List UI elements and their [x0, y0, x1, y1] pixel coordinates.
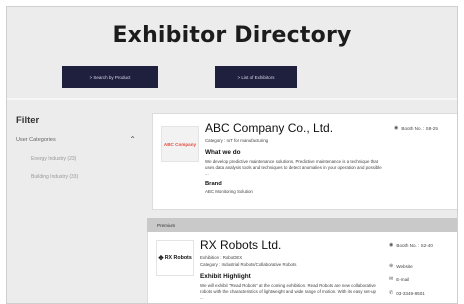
filter-title: Filter: [16, 115, 40, 126]
phone-icon: ✆: [389, 290, 394, 296]
section-title: What we do: [205, 149, 241, 156]
exhibition-text: Exhibition : RoboDEX: [200, 255, 243, 260]
logo-text: RX Robots: [164, 255, 192, 261]
company-logo: ABC Company: [161, 126, 199, 162]
phone-number: 03-3349-8501: [396, 290, 425, 296]
website-label: Website: [396, 263, 413, 269]
category-text: Category : IoT for manufacturing: [205, 138, 269, 143]
brand-value: ABC Monitoring Solution: [205, 189, 253, 194]
logo-text: ABC Company: [163, 141, 197, 147]
booth-info: ◉ Booth No. : S2-40: [389, 242, 433, 248]
company-logo: ✥ RX Robots: [156, 240, 194, 276]
exhibitor-list: ABC Company ABC Company Co., Ltd. Catego…: [147, 113, 457, 303]
description: We develop predictive maintenance soluti…: [205, 159, 382, 176]
nav-buttons: > Search by Product > List of Exhibitors: [7, 66, 457, 96]
email-link[interactable]: ✉ E-mail: [389, 276, 409, 282]
exhibitor-card[interactable]: ABC Company ABC Company Co., Ltd. Catego…: [152, 113, 457, 210]
website-link[interactable]: ⊕ Website: [389, 263, 413, 269]
exhibitor-info: ABC Company Co., Ltd. Category : IoT for…: [205, 121, 385, 194]
company-name[interactable]: RX Robots Ltd.: [200, 238, 380, 252]
booth-number: Booth No. : S8-25: [401, 125, 438, 131]
page-header: Exhibitor Directory: [7, 7, 457, 63]
booth-number: Booth No. : S2-40: [396, 242, 433, 248]
filter-sidebar: Filter User Categories ⌃ Energy Industry…: [7, 115, 145, 180]
category-item-building[interactable]: Building Industry (33): [31, 174, 145, 180]
location-icon: ◉: [389, 242, 394, 248]
divider: [7, 98, 457, 100]
rx-logo-icon: ✥: [158, 255, 164, 262]
page-title: Exhibitor Directory: [112, 22, 352, 48]
chevron-up-icon: ⌃: [129, 135, 136, 144]
company-name[interactable]: ABC Company Co., Ltd.: [205, 121, 385, 135]
exhibitor-card[interactable]: ✥ RX Robots RX Robots Ltd. Exhibition : …: [147, 232, 457, 303]
section-title: Exhibit Highlight: [200, 273, 251, 280]
rx-logo: ✥ RX Robots: [158, 254, 192, 262]
category-filter-toggle[interactable]: User Categories ⌃: [16, 135, 136, 144]
description: We will exhibit "Read Robots" at the com…: [200, 283, 376, 300]
booth-info: ◉ Booth No. : S8-25: [394, 125, 438, 131]
list-of-exhibitors-button[interactable]: > List of Exhibitors: [215, 66, 297, 88]
category-item-energy[interactable]: Energy Industry (23): [31, 156, 145, 162]
phone-info: ✆ 03-3349-8501: [389, 290, 425, 296]
category-text: Category : Industrial Robots/Collaborati…: [200, 262, 297, 267]
location-icon: ◉: [394, 125, 399, 131]
category-heading: User Categories: [16, 136, 56, 143]
page-frame: Exhibitor Directory > Search by Product …: [6, 6, 458, 304]
premium-label: Premium: [147, 218, 457, 232]
email-label: E-mail: [396, 276, 410, 282]
mail-icon: ✉: [389, 276, 394, 282]
exhibitor-info: RX Robots Ltd. Exhibition : RoboDEX Cate…: [200, 238, 380, 301]
globe-icon: ⊕: [389, 263, 394, 269]
brand-title: Brand: [205, 181, 222, 187]
search-by-product-button[interactable]: > Search by Product: [62, 66, 158, 88]
